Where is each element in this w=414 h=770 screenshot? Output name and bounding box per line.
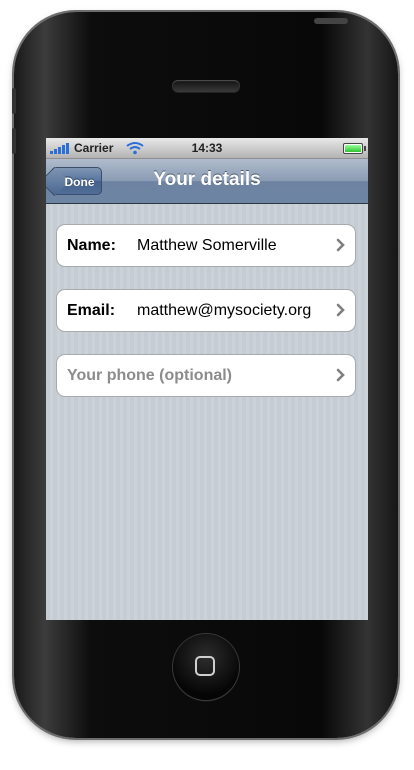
name-label: Name: xyxy=(67,237,116,254)
home-square-icon xyxy=(195,656,215,676)
status-bar: Carrier 14:33 xyxy=(46,138,368,159)
email-row[interactable]: Email: matthew@mysociety.org xyxy=(56,289,356,332)
screen: Carrier 14:33 Done Your details Name: Ma… xyxy=(46,138,368,620)
phone-row[interactable]: Your phone (optional) xyxy=(56,354,356,397)
email-value: matthew@mysociety.org xyxy=(137,302,312,319)
volume-up-button xyxy=(12,88,16,114)
chevron-right-icon xyxy=(336,238,345,252)
sleep-button xyxy=(314,18,348,24)
page-title: Your details xyxy=(153,169,261,190)
battery-icon xyxy=(343,143,366,154)
phone-placeholder: Your phone (optional) xyxy=(67,367,233,384)
volume-down-button xyxy=(12,128,16,154)
chevron-right-icon xyxy=(336,303,345,317)
status-time: 14:33 xyxy=(191,141,223,155)
name-value: Matthew Somerville xyxy=(137,237,277,254)
navigation-bar: Done Your details xyxy=(46,159,368,204)
chevron-right-icon xyxy=(336,368,345,382)
name-row[interactable]: Name: Matthew Somerville xyxy=(56,224,356,267)
home-button[interactable] xyxy=(173,634,239,700)
speaker-grille xyxy=(172,80,240,92)
email-label: Email: xyxy=(67,302,116,319)
